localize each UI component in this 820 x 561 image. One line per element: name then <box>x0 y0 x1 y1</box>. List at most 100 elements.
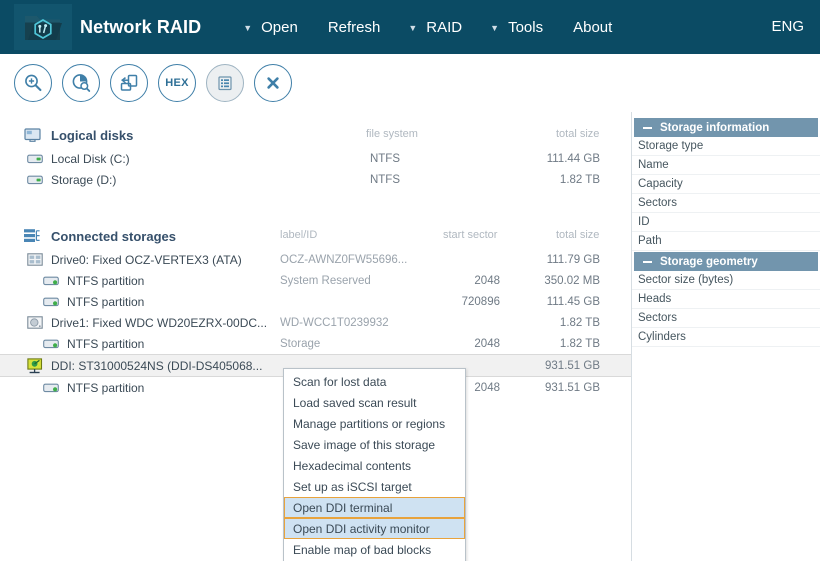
cell-total-size: 931.51 GB <box>545 381 600 394</box>
list-view-icon[interactable] <box>206 64 244 102</box>
table-row-label: DDI: ST31000524NS (DDI-DS405068... <box>51 358 263 373</box>
context-menu-item-save-image-of-this-storage[interactable]: Save image of this storage <box>284 434 465 455</box>
cell-label-id: Storage <box>280 337 321 350</box>
partition-icon <box>42 380 60 395</box>
sidebar-item-sector-size: Sector size (bytes) <box>632 271 820 290</box>
cell-label-id: System Reserved <box>280 274 371 287</box>
ddi-network-icon <box>26 357 44 373</box>
sidebar-item-cylinders: Cylinders <box>632 328 820 347</box>
sidebar-item-name: Name <box>632 156 820 175</box>
table-row[interactable]: Drive1: Fixed WDC WD20EZRX-00DC... WD-WC… <box>0 312 631 333</box>
drive-icon <box>26 172 44 187</box>
cell-total-size: 931.51 GB <box>545 359 600 372</box>
context-menu-item-hexadecimal-contents[interactable]: Hexadecimal contents <box>284 455 465 476</box>
menu-item-tools[interactable]: Tools <box>506 15 545 40</box>
cell-total-size: 1.82 TB <box>559 337 600 350</box>
connected-storages-group-header: Connected storages label/ID start sector… <box>0 223 631 249</box>
cell-total-size: 111.44 GB <box>546 152 600 165</box>
minus-icon[interactable] <box>643 126 652 129</box>
cell-label-id: WD-WCC1T0239932 <box>280 316 389 329</box>
context-menu-item-open-ddi-activity-monitor[interactable]: Open DDI activity monitor <box>284 518 465 539</box>
sidebar-item-sectors-geo: Sectors <box>632 309 820 328</box>
chevron-down-icon[interactable]: ▼ <box>408 23 417 33</box>
menu-group-raid: ▼ RAID <box>408 15 490 40</box>
cell-total-size: 1.82 TB <box>559 316 600 329</box>
menu-group-tools: ▼ Tools <box>490 15 571 40</box>
cell-total-size: 350.02 MB <box>544 274 600 287</box>
app-title: Network RAID <box>80 16 202 37</box>
table-row-label: Drive0: Fixed OCZ-VERTEX3 (ATA) <box>51 252 242 267</box>
sidebar-section-title: Storage geometry <box>660 255 758 268</box>
language-selector[interactable]: ENG <box>771 18 804 35</box>
partition-icon <box>42 294 60 309</box>
find-icon[interactable] <box>14 64 52 102</box>
context-menu-item-scan-for-lost-data[interactable]: Scan for lost data <box>284 371 465 392</box>
drive-icon <box>26 151 44 166</box>
app-header: Network RAID ▼ Open Refresh ▼ RAID ▼ Too… <box>0 0 820 54</box>
table-row[interactable]: NTFS partition Storage 2048 1.82 TB <box>0 333 631 354</box>
storage-stack-icon <box>22 227 42 245</box>
column-header-file-system: file system <box>366 128 418 140</box>
table-row-label: NTFS partition <box>67 380 145 395</box>
context-menu: Scan for lost data Load saved scan resul… <box>283 368 466 561</box>
menu-item-about[interactable]: About <box>571 15 614 40</box>
sidebar-item-storage-type: Storage type <box>632 137 820 156</box>
context-menu-item-open-ddi-terminal[interactable]: Open DDI terminal <box>284 497 465 518</box>
list-item-label: Local Disk (C:) <box>51 151 130 166</box>
column-header-start-sector: start sector <box>443 229 498 241</box>
cell-total-size: 111.79 GB <box>546 253 600 266</box>
toolbar: HEX <box>0 54 820 112</box>
hex-editor-label: HEX <box>165 77 189 89</box>
menu-group-refresh: Refresh <box>326 15 409 40</box>
cell-total-size: 111.45 GB <box>546 295 600 308</box>
sidebar-item-sectors: Sectors <box>632 194 820 213</box>
folder-network-hex-icon <box>14 4 72 50</box>
connected-storages-title: Connected storages <box>51 228 176 244</box>
cell-file-system: NTFS <box>369 152 400 165</box>
raid-grid-icon <box>26 252 44 267</box>
sidebar-item-heads: Heads <box>632 290 820 309</box>
context-menu-item-manage-partitions-or-regions[interactable]: Manage partitions or regions <box>284 413 465 434</box>
logical-disks-title: Logical disks <box>51 127 134 143</box>
chevron-down-icon[interactable]: ▼ <box>490 23 499 33</box>
menu-group-about: About <box>571 15 640 40</box>
sidebar-item-path: Path <box>632 232 820 251</box>
menu-item-raid[interactable]: RAID <box>424 15 464 40</box>
sidebar-section-storage-information[interactable]: Storage information <box>634 118 818 137</box>
disk-scan-icon[interactable] <box>62 64 100 102</box>
sidebar-section-title: Storage information <box>660 121 770 134</box>
column-header-total-size: total size <box>556 229 600 241</box>
context-menu-item-load-saved-scan-result[interactable]: Load saved scan result <box>284 392 465 413</box>
cell-total-size: 1.82 TB <box>559 173 600 186</box>
column-header-label-id: label/ID <box>280 229 318 241</box>
context-menu-item-enable-map-of-bad-blocks[interactable]: Enable map of bad blocks <box>284 539 465 560</box>
menu-item-refresh[interactable]: Refresh <box>326 15 383 40</box>
menu-item-open[interactable]: Open <box>259 15 300 40</box>
chevron-down-icon[interactable]: ▼ <box>243 23 252 33</box>
table-row-label: NTFS partition <box>67 273 145 288</box>
close-icon[interactable] <box>254 64 292 102</box>
partition-icon <box>42 273 60 288</box>
details-sidebar: Storage information Storage type Name Ca… <box>631 112 820 561</box>
table-row[interactable]: Drive0: Fixed OCZ-VERTEX3 (ATA) OCZ-AWNZ… <box>0 249 631 270</box>
list-item[interactable]: Local Disk (C:) NTFS 111.44 GB <box>0 148 631 169</box>
menu-group-open: ▼ Open <box>243 15 326 40</box>
partition-icon <box>42 336 60 351</box>
sidebar-item-id: ID <box>632 213 820 232</box>
minus-icon[interactable] <box>643 260 652 263</box>
table-row-label: NTFS partition <box>67 294 145 309</box>
table-row[interactable]: NTFS partition System Reserved 2048 350.… <box>0 270 631 291</box>
monitor-icon <box>22 126 42 144</box>
hex-editor-icon[interactable]: HEX <box>158 64 196 102</box>
platter-icon <box>26 315 44 330</box>
application-window: Network RAID ▼ Open Refresh ▼ RAID ▼ Too… <box>0 0 820 561</box>
list-item[interactable]: Storage (D:) NTFS 1.82 TB <box>0 169 631 190</box>
list-item-label: Storage (D:) <box>51 172 117 187</box>
context-menu-item-set-up-as-iscsi-target[interactable]: Set up as iSCSI target <box>284 476 465 497</box>
table-row[interactable]: NTFS partition 720896 111.45 GB <box>0 291 631 312</box>
sidebar-section-storage-geometry[interactable]: Storage geometry <box>634 252 818 271</box>
cell-label-id: OCZ-AWNZ0FW55696... <box>280 253 408 266</box>
save-image-icon[interactable] <box>110 64 148 102</box>
column-header-total-size: total size <box>556 128 600 140</box>
main-menubar: ▼ Open Refresh ▼ RAID ▼ Tools About <box>243 15 640 40</box>
